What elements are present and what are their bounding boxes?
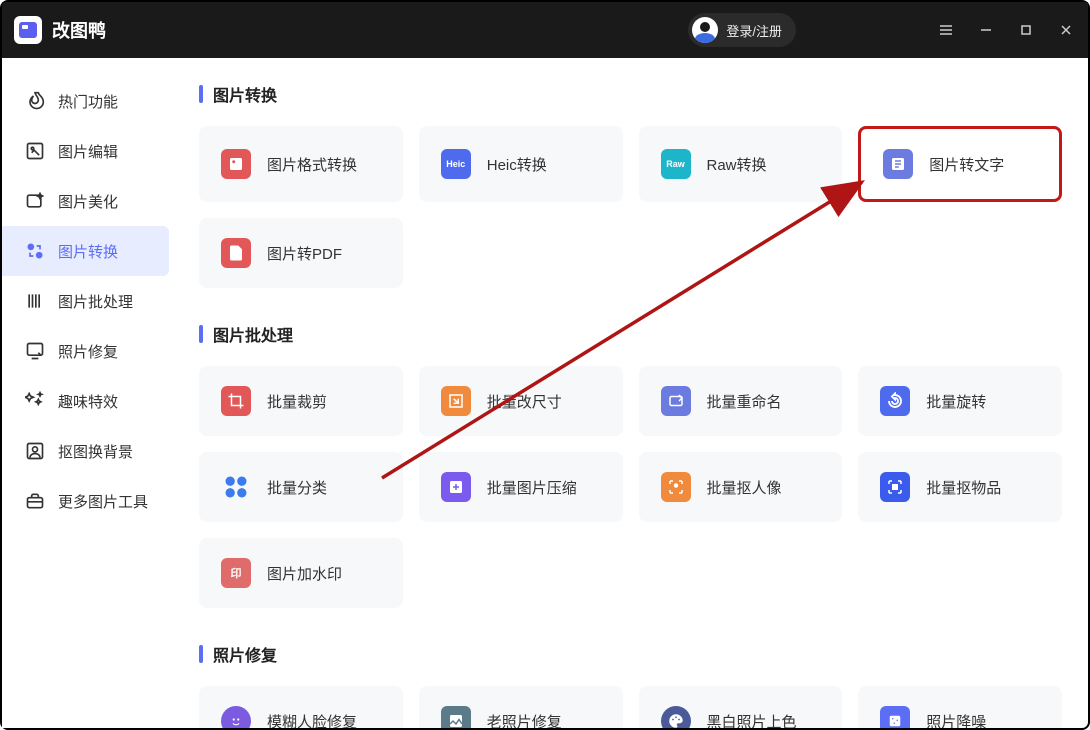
heic-icon: Heic <box>441 149 471 179</box>
batch-icon <box>24 290 46 312</box>
login-label: 登录/注册 <box>726 21 782 40</box>
resize-icon <box>441 386 471 416</box>
card-face-repair[interactable]: 模糊人脸修复 <box>199 686 403 728</box>
minimize-button[interactable] <box>976 20 996 40</box>
app-logo <box>14 16 42 44</box>
toolbox-icon <box>24 490 46 512</box>
card-batch-resize[interactable]: 批量改尺寸 <box>419 366 623 436</box>
card-heic-convert[interactable]: Heic Heic转换 <box>419 126 623 202</box>
compress-icon <box>441 472 471 502</box>
main-content: 图片转换 图片格式转换 Heic Heic转换 Raw Raw转换 图片转文字 … <box>177 58 1088 728</box>
repair-icon <box>24 340 46 362</box>
sidebar-item-label: 热门功能 <box>58 91 118 112</box>
classify-icon <box>221 472 251 502</box>
card-format-convert[interactable]: 图片格式转换 <box>199 126 403 202</box>
section-header-convert: 图片转换 <box>199 82 1062 106</box>
sidebar-item-more[interactable]: 更多图片工具 <box>2 476 169 526</box>
sidebar-item-edit[interactable]: 图片编辑 <box>2 126 169 176</box>
card-denoise[interactable]: 照片降噪 <box>858 686 1062 728</box>
flame-icon <box>24 90 46 112</box>
sidebar-item-label: 图片转换 <box>58 241 118 262</box>
watermark-icon: 印 <box>221 558 251 588</box>
ocr-icon <box>883 149 913 179</box>
effects-icon <box>24 390 46 412</box>
card-image-to-text[interactable]: 图片转文字 <box>858 126 1062 202</box>
sidebar-item-cutout[interactable]: 抠图换背景 <box>2 426 169 476</box>
sidebar-item-label: 图片批处理 <box>58 291 133 312</box>
titlebar: 改图鸭 登录/注册 <box>2 2 1088 58</box>
sidebar-item-label: 更多图片工具 <box>58 491 148 512</box>
crop-icon <box>221 386 251 416</box>
avatar-icon <box>692 17 718 43</box>
card-colorize[interactable]: 黑白照片上色 <box>639 686 843 728</box>
sidebar-item-label: 图片编辑 <box>58 141 118 162</box>
sidebar-item-convert[interactable]: 图片转换 <box>2 226 169 276</box>
sidebar-item-beautify[interactable]: 图片美化 <box>2 176 169 226</box>
section-header-batch: 图片批处理 <box>199 322 1062 346</box>
card-batch-rename[interactable]: 批量重命名 <box>639 366 843 436</box>
object-cutout-icon <box>880 472 910 502</box>
sidebar-item-batch[interactable]: 图片批处理 <box>2 276 169 326</box>
menu-icon[interactable] <box>936 20 956 40</box>
maximize-button[interactable] <box>1016 20 1036 40</box>
sidebar-item-label: 照片修复 <box>58 341 118 362</box>
rotate-icon <box>880 386 910 416</box>
card-batch-cutout-object[interactable]: 批量抠物品 <box>858 452 1062 522</box>
cutout-icon <box>24 440 46 462</box>
format-icon <box>221 149 251 179</box>
palette-icon <box>661 706 691 728</box>
rename-icon <box>661 386 691 416</box>
pdf-icon <box>221 238 251 268</box>
sidebar-item-label: 抠图换背景 <box>58 441 133 462</box>
card-batch-classify[interactable]: 批量分类 <box>199 452 403 522</box>
app-title: 改图鸭 <box>52 17 106 43</box>
card-image-to-pdf[interactable]: 图片转PDF <box>199 218 403 288</box>
sparkle-image-icon <box>24 190 46 212</box>
card-watermark[interactable]: 印 图片加水印 <box>199 538 403 608</box>
card-batch-compress[interactable]: 批量图片压缩 <box>419 452 623 522</box>
sidebar-item-effects[interactable]: 趣味特效 <box>2 376 169 426</box>
card-batch-cutout-person[interactable]: 批量抠人像 <box>639 452 843 522</box>
card-batch-rotate[interactable]: 批量旋转 <box>858 366 1062 436</box>
person-cutout-icon <box>661 472 691 502</box>
close-button[interactable] <box>1056 20 1076 40</box>
card-raw-convert[interactable]: Raw Raw转换 <box>639 126 843 202</box>
raw-icon: Raw <box>661 149 691 179</box>
section-header-repair: 照片修复 <box>199 642 1062 666</box>
old-photo-icon <box>441 706 471 728</box>
card-batch-crop[interactable]: 批量裁剪 <box>199 366 403 436</box>
convert-icon <box>24 240 46 262</box>
sidebar: 热门功能 图片编辑 图片美化 图片转换 图片批处理 照片修复 趣味特效 抠图换 <box>2 58 177 728</box>
sidebar-item-label: 趣味特效 <box>58 391 118 412</box>
sidebar-item-label: 图片美化 <box>58 191 118 212</box>
denoise-icon <box>880 706 910 728</box>
sidebar-item-hot[interactable]: 热门功能 <box>2 76 169 126</box>
image-edit-icon <box>24 140 46 162</box>
card-old-photo-repair[interactable]: 老照片修复 <box>419 686 623 728</box>
face-icon <box>221 706 251 728</box>
login-button[interactable]: 登录/注册 <box>688 13 796 47</box>
sidebar-item-repair[interactable]: 照片修复 <box>2 326 169 376</box>
